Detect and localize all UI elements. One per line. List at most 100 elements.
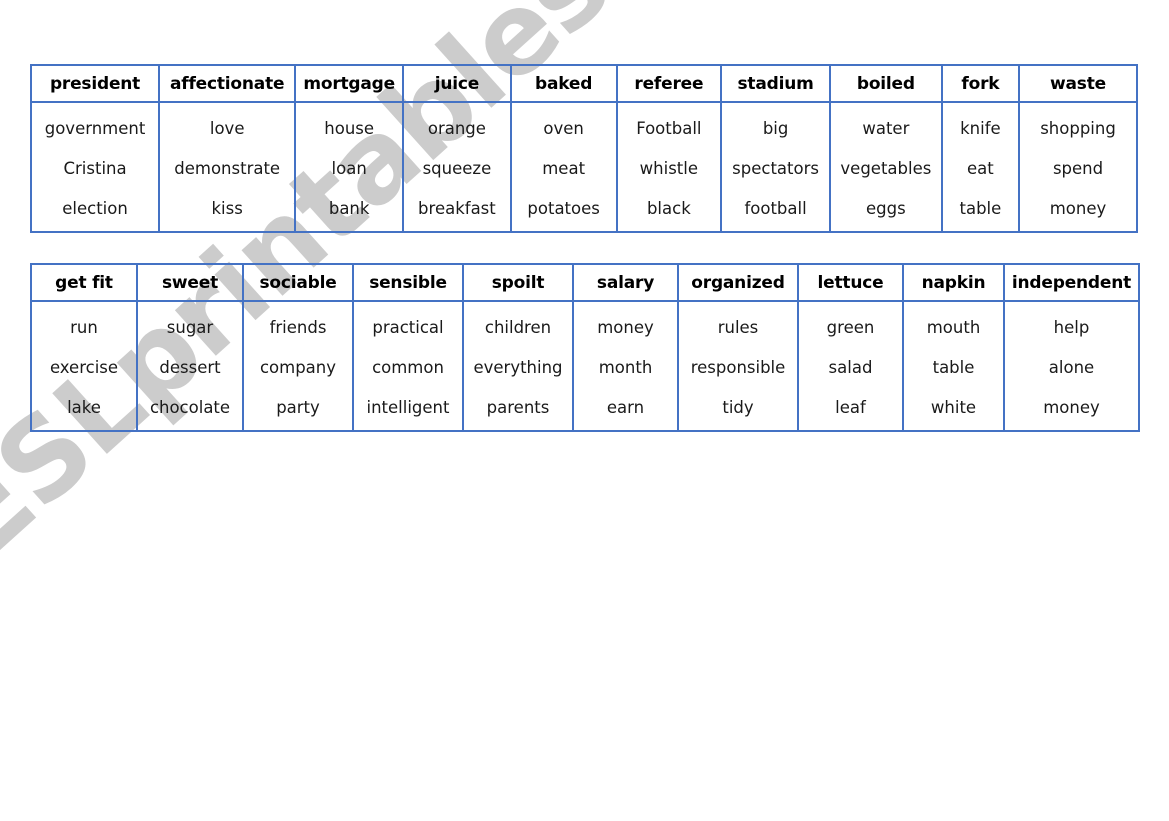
- column-header-cell: boiled: [828, 64, 943, 103]
- word-item: bank: [328, 198, 370, 218]
- word-list-cell: love demonstrate kiss: [158, 101, 297, 233]
- column-header-cell: organized: [677, 263, 799, 302]
- word-item: breakfast: [418, 198, 496, 218]
- vocabulary-table-1: president affectionate mortgage juice ba…: [29, 64, 1138, 233]
- word-item: parents: [486, 397, 550, 417]
- word-list-cell: big spectators football: [720, 101, 831, 233]
- word-list-cell: run exercise lake: [30, 300, 138, 432]
- word-item: spend: [1052, 158, 1104, 178]
- word-item: common: [372, 357, 444, 377]
- word-item: table: [932, 357, 975, 377]
- column-header-cell: referee: [615, 64, 723, 103]
- word-item: house: [324, 118, 375, 138]
- word-list-cell: practical common intelligent: [352, 300, 464, 432]
- word-item: chocolate: [149, 397, 231, 417]
- column-header-cell: stadium: [720, 64, 831, 103]
- word-item: loan: [331, 158, 367, 178]
- word-item: election: [62, 198, 128, 218]
- word-item: mouth: [926, 317, 981, 337]
- word-item: lake: [67, 397, 101, 417]
- word-item: dessert: [159, 357, 221, 377]
- word-item: knife: [960, 118, 1001, 138]
- word-item: rules: [717, 317, 759, 337]
- word-item: responsible: [690, 357, 786, 377]
- word-item: practical: [372, 317, 444, 337]
- word-item: squeeze: [422, 158, 492, 178]
- word-item: earn: [606, 397, 645, 417]
- word-list-cell: shopping spend money: [1018, 101, 1138, 233]
- table-row: run exercise lake sugar dessert chocolat…: [30, 300, 1140, 432]
- column-header-cell: fork: [940, 64, 1021, 103]
- word-list-cell: knife eat table: [940, 101, 1021, 233]
- word-item: government: [44, 118, 146, 138]
- word-list-cell: house loan bank: [294, 101, 405, 233]
- word-list-cell: oven meat potatoes: [509, 101, 618, 233]
- column-header-cell: juice: [402, 64, 512, 103]
- word-item: eat: [967, 158, 994, 178]
- word-item: help: [1053, 317, 1090, 337]
- word-list-cell: money month earn: [572, 300, 679, 432]
- word-item: money: [1043, 397, 1100, 417]
- word-list-cell: rules responsible tidy: [677, 300, 799, 432]
- word-item: Cristina: [63, 158, 127, 178]
- word-list-cell: sugar dessert chocolate: [136, 300, 244, 432]
- word-list-cell: government Cristina election: [29, 101, 161, 233]
- word-item: salad: [828, 357, 873, 377]
- word-item: vegetables: [840, 158, 932, 178]
- column-header-cell: sweet: [136, 263, 244, 302]
- word-item: alone: [1048, 357, 1095, 377]
- word-item: month: [598, 357, 653, 377]
- column-header-cell: president: [29, 64, 161, 103]
- column-header-cell: sensible: [352, 263, 464, 302]
- word-item: everything: [473, 357, 563, 377]
- word-item: intelligent: [366, 397, 450, 417]
- word-item: water: [862, 118, 910, 138]
- word-item: company: [259, 357, 337, 377]
- word-item: potatoes: [527, 198, 600, 218]
- column-header-cell: independent: [1003, 263, 1140, 302]
- word-item: leaf: [835, 397, 866, 417]
- word-item: black: [646, 198, 691, 218]
- word-item: football: [744, 198, 807, 218]
- column-header-cell: napkin: [902, 263, 1005, 302]
- word-list-cell: Football whistle black: [615, 101, 723, 233]
- word-list-cell: children everything parents: [462, 300, 574, 432]
- word-item: big: [762, 118, 789, 138]
- word-item: money: [1049, 198, 1107, 218]
- column-header-cell: lettuce: [797, 263, 904, 302]
- column-header-cell: sociable: [242, 263, 354, 302]
- word-list-cell: green salad leaf: [797, 300, 904, 432]
- word-item: children: [484, 317, 552, 337]
- word-item: friends: [269, 317, 327, 337]
- word-item: exercise: [49, 357, 119, 377]
- word-item: tidy: [722, 397, 754, 417]
- column-header-cell: affectionate: [158, 64, 297, 103]
- column-header-cell: baked: [509, 64, 618, 103]
- word-item: whistle: [639, 158, 699, 178]
- word-item: party: [276, 397, 320, 417]
- column-header-cell: mortgage: [294, 64, 405, 103]
- column-header-cell: salary: [572, 263, 679, 302]
- word-item: love: [209, 118, 245, 138]
- word-list-cell: help alone money: [1003, 300, 1140, 432]
- word-item: green: [826, 317, 875, 337]
- column-header-cell: spoilt: [462, 263, 574, 302]
- word-item: kiss: [211, 198, 243, 218]
- word-item: eggs: [866, 198, 906, 218]
- table-header-row: get fit sweet sociable sensible spoilt s…: [30, 263, 1140, 302]
- word-list-cell: mouth table white: [902, 300, 1005, 432]
- word-item: white: [930, 397, 977, 417]
- vocabulary-table-2: get fit sweet sociable sensible spoilt s…: [30, 263, 1140, 432]
- table-row: government Cristina election love demons…: [29, 101, 1138, 233]
- word-item: spectators: [732, 158, 819, 178]
- word-item: shopping: [1040, 118, 1116, 138]
- word-item: money: [597, 317, 654, 337]
- word-item: demonstrate: [174, 158, 281, 178]
- word-item: oven: [543, 118, 584, 138]
- column-header-cell: waste: [1018, 64, 1138, 103]
- table-header-row: president affectionate mortgage juice ba…: [29, 64, 1138, 103]
- word-item: meat: [542, 158, 586, 178]
- word-list-cell: orange squeeze breakfast: [402, 101, 512, 233]
- word-item: run: [70, 317, 98, 337]
- word-item: Football: [636, 118, 702, 138]
